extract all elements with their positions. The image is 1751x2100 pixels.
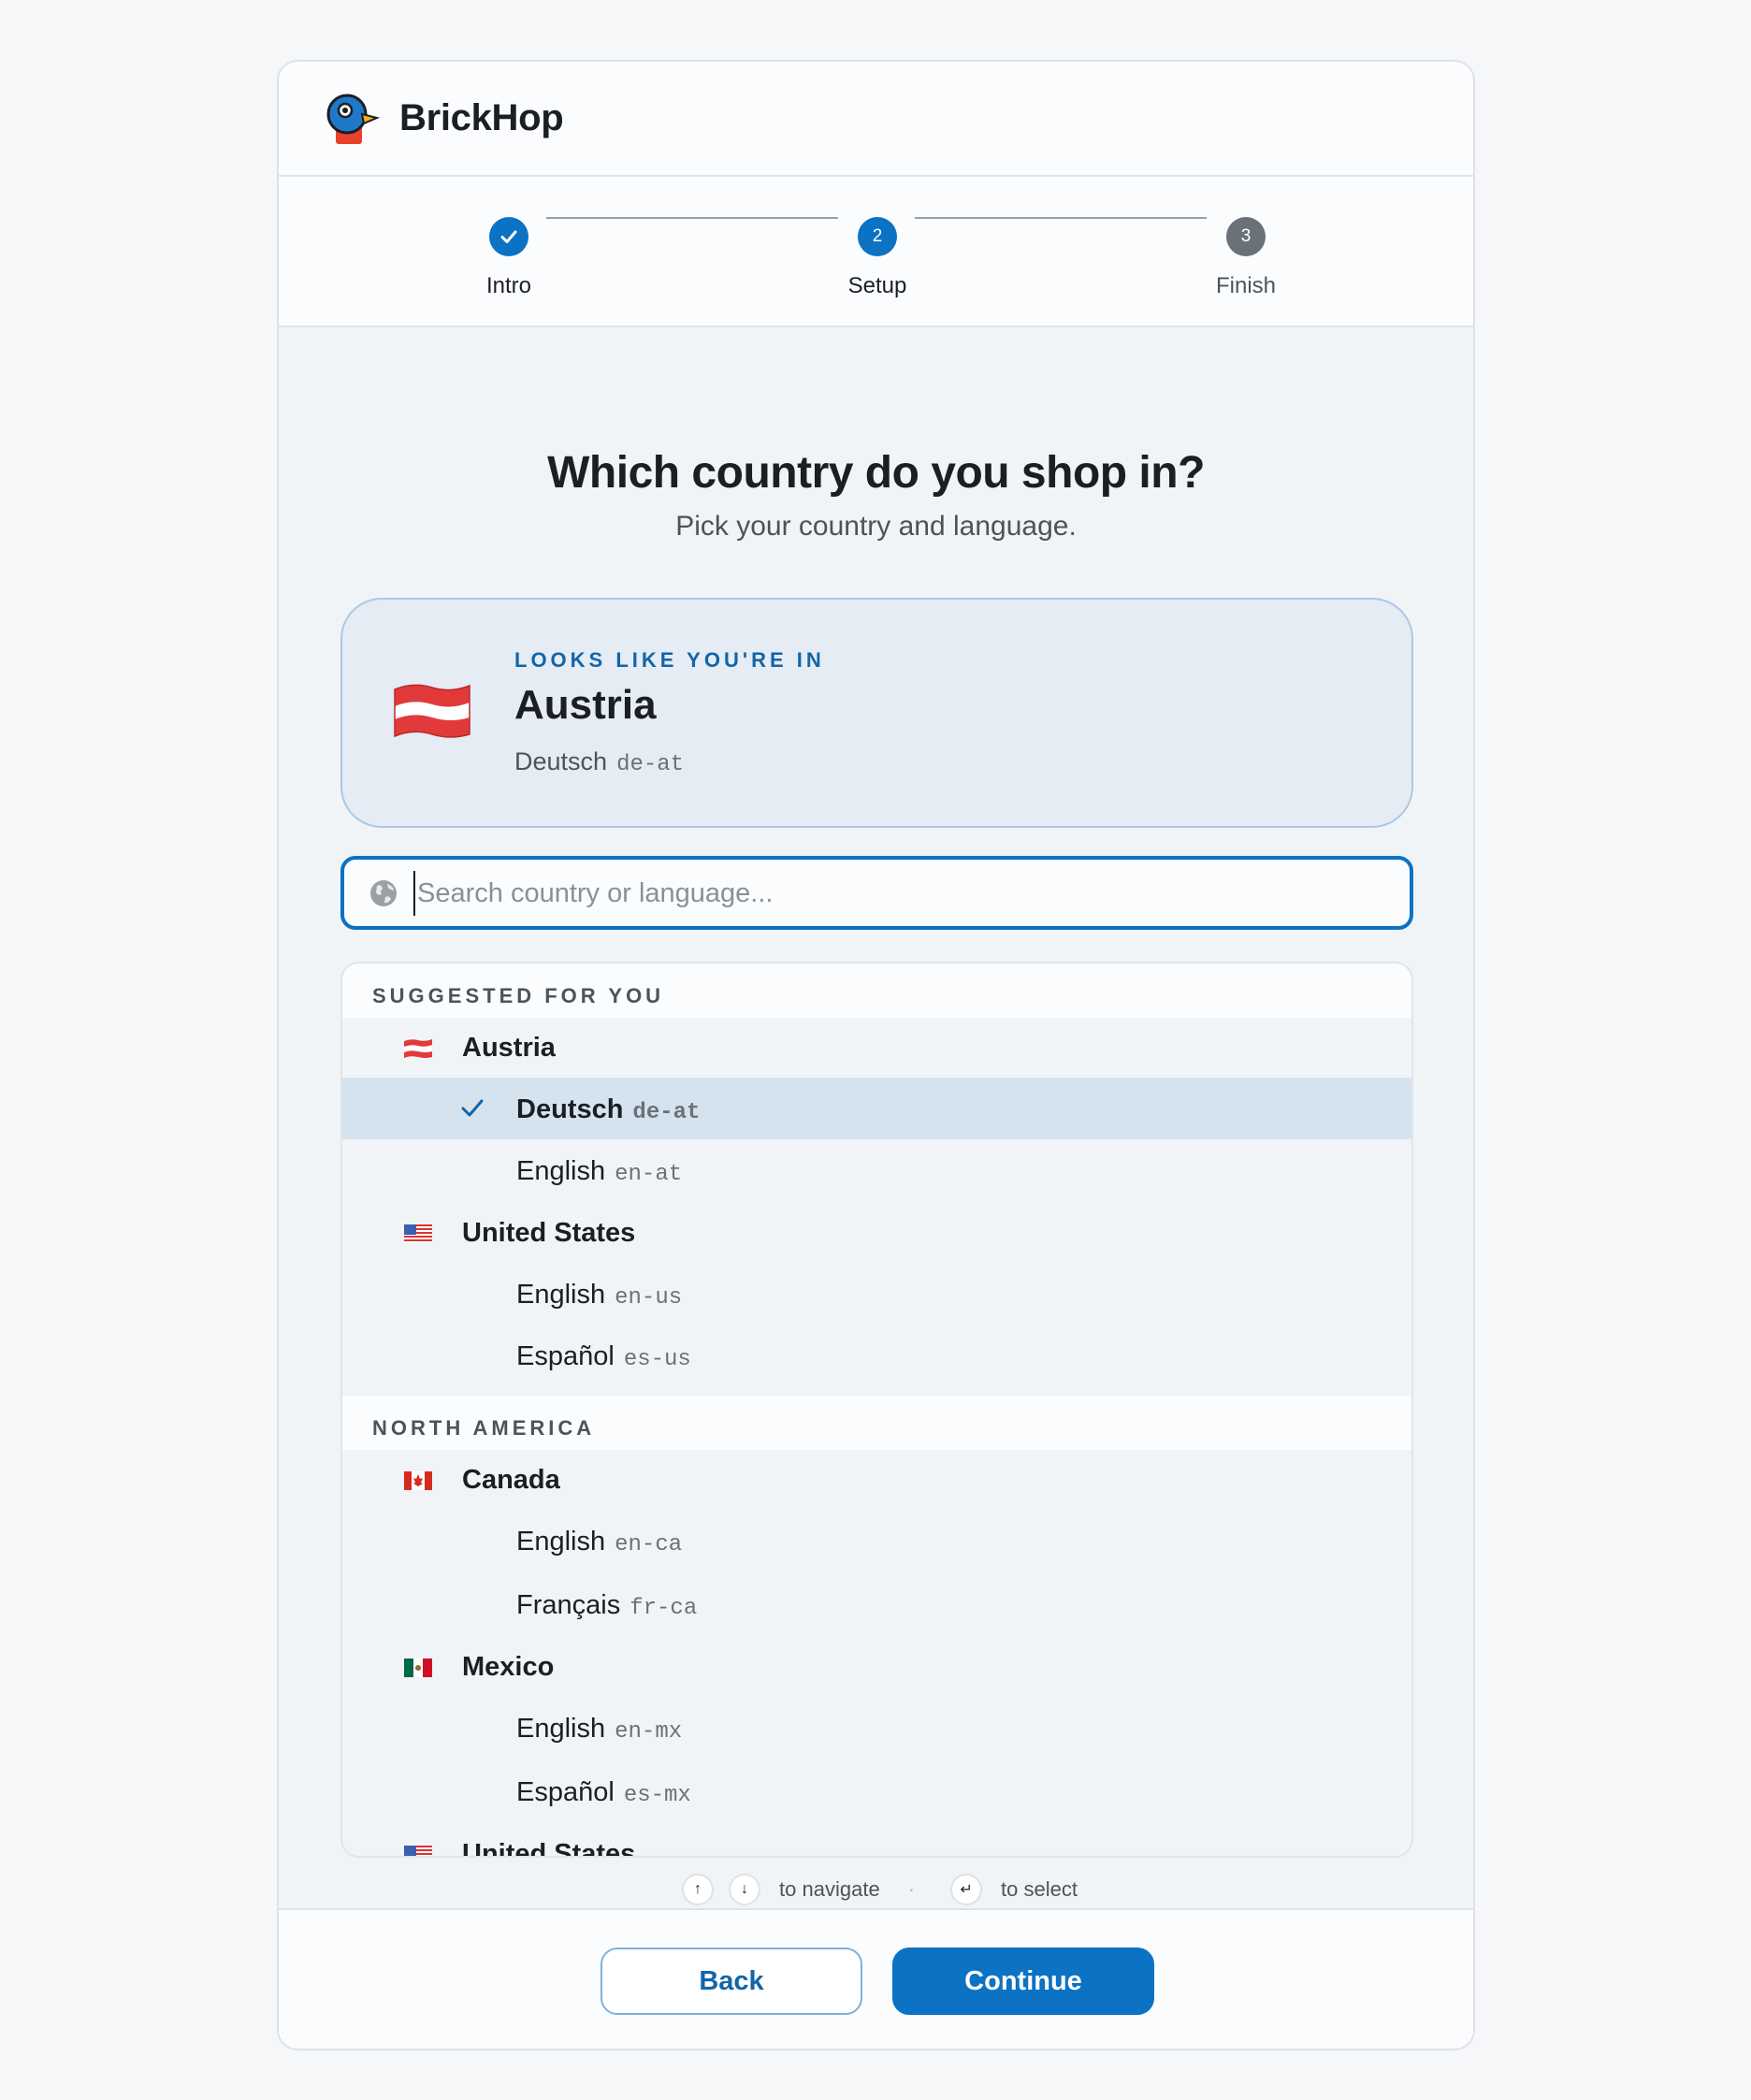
duck-logo-icon	[326, 94, 381, 144]
language-label: Deutsch de-at	[516, 1094, 701, 1125]
mexico-flag-icon	[404, 1658, 432, 1677]
detected-language: Deutsch de-at	[514, 747, 684, 777]
country-row-united-states-partial[interactable]: United States	[342, 1824, 1411, 1858]
keyboard-hint: ↑ ↓ to navigate · ↵ to select	[279, 1874, 1473, 1905]
brand-name: BrickHop	[399, 97, 564, 138]
detected-language-name: Deutsch	[514, 747, 608, 775]
us-flag-icon	[404, 1224, 432, 1243]
arrow-up-key-icon: ↑	[682, 1874, 715, 1905]
language-label: English en-ca	[516, 1527, 683, 1557]
country-name: United States	[462, 1839, 636, 1858]
country-list[interactable]: SUGGESTED FOR YOU Austria Deutsch de-at E…	[340, 962, 1413, 1858]
check-icon	[461, 1099, 484, 1117]
onboarding-card: BrickHop 2 3 Intro Setup Finish Which co…	[277, 60, 1475, 2050]
country-row-mexico[interactable]: Mexico	[342, 1637, 1411, 1697]
language-row-en-at[interactable]: English en-at	[342, 1139, 1411, 1201]
language-label: Español es-mx	[516, 1777, 691, 1808]
search-box[interactable]	[340, 856, 1413, 930]
language-label: English en-at	[516, 1156, 683, 1187]
austria-flag-icon	[404, 1039, 432, 1058]
language-label: English en-mx	[516, 1714, 683, 1745]
country-row-united-states[interactable]: United States	[342, 1203, 1411, 1263]
footer: Back Continue	[279, 1908, 1473, 2049]
language-row-en-us[interactable]: English en-us	[342, 1263, 1411, 1325]
detected-language-code: de-at	[616, 752, 685, 777]
language-label: Español es-us	[516, 1341, 691, 1372]
detected-country: Austria	[514, 682, 657, 728]
detected-kicker: LOOKS LIKE YOU'RE IN	[514, 648, 825, 672]
country-row-canada[interactable]: Canada	[342, 1450, 1411, 1510]
language-label: Français fr-ca	[516, 1590, 698, 1621]
main-content: Which country do you shop in? Pick your …	[279, 327, 1473, 1908]
header: BrickHop	[279, 62, 1473, 177]
detected-location-card[interactable]: LOOKS LIKE YOU'RE IN Austria Deutsch de-a…	[340, 598, 1413, 828]
hint-separator: ·	[907, 1877, 916, 1901]
language-row-de-at[interactable]: Deutsch de-at	[342, 1078, 1411, 1139]
step-label-setup[interactable]: Setup	[848, 273, 907, 299]
step-connector	[915, 217, 1207, 219]
language-row-en-mx[interactable]: English en-mx	[342, 1697, 1411, 1759]
language-row-es-us[interactable]: Español es-us	[342, 1325, 1411, 1386]
step-intro-check-icon[interactable]	[489, 217, 528, 256]
group-heading-suggested: SUGGESTED FOR YOU	[342, 963, 1411, 1018]
step-setup-number[interactable]: 2	[858, 217, 897, 256]
continue-button[interactable]: Continue	[892, 1948, 1154, 2015]
step-label-intro[interactable]: Intro	[486, 273, 531, 299]
language-row-en-ca[interactable]: English en-ca	[342, 1510, 1411, 1571]
page-subtitle: Pick your country and language.	[675, 511, 1077, 542]
step-connector	[546, 217, 838, 219]
country-name: Austria	[462, 1033, 556, 1063]
group-heading-north-america: NORTH AMERICA	[342, 1396, 1411, 1450]
austria-flag-icon	[394, 684, 470, 738]
stepper: 2 3 Intro Setup Finish	[279, 177, 1473, 327]
language-row-fr-ca[interactable]: Français fr-ca	[342, 1573, 1411, 1635]
globe-icon	[370, 880, 397, 906]
canada-flag-icon	[404, 1471, 432, 1490]
step-finish-number: 3	[1226, 217, 1266, 256]
search-input[interactable]	[413, 871, 1386, 916]
step-label-finish: Finish	[1215, 273, 1277, 298]
page-title: Which country do you shop in?	[547, 448, 1205, 498]
country-name: Canada	[462, 1465, 560, 1495]
back-button[interactable]: Back	[601, 1948, 862, 2015]
hint-select: to select	[1001, 1877, 1078, 1901]
us-flag-icon	[404, 1846, 432, 1856]
country-name: Mexico	[462, 1652, 555, 1682]
language-label: English en-us	[516, 1280, 683, 1311]
country-row-austria[interactable]: Austria	[342, 1018, 1411, 1078]
arrow-down-key-icon: ↓	[729, 1874, 761, 1905]
enter-key-icon: ↵	[950, 1874, 983, 1905]
country-name: United States	[462, 1218, 636, 1248]
language-row-es-mx[interactable]: Español es-mx	[342, 1760, 1411, 1822]
hint-navigate: to navigate	[779, 1877, 880, 1901]
